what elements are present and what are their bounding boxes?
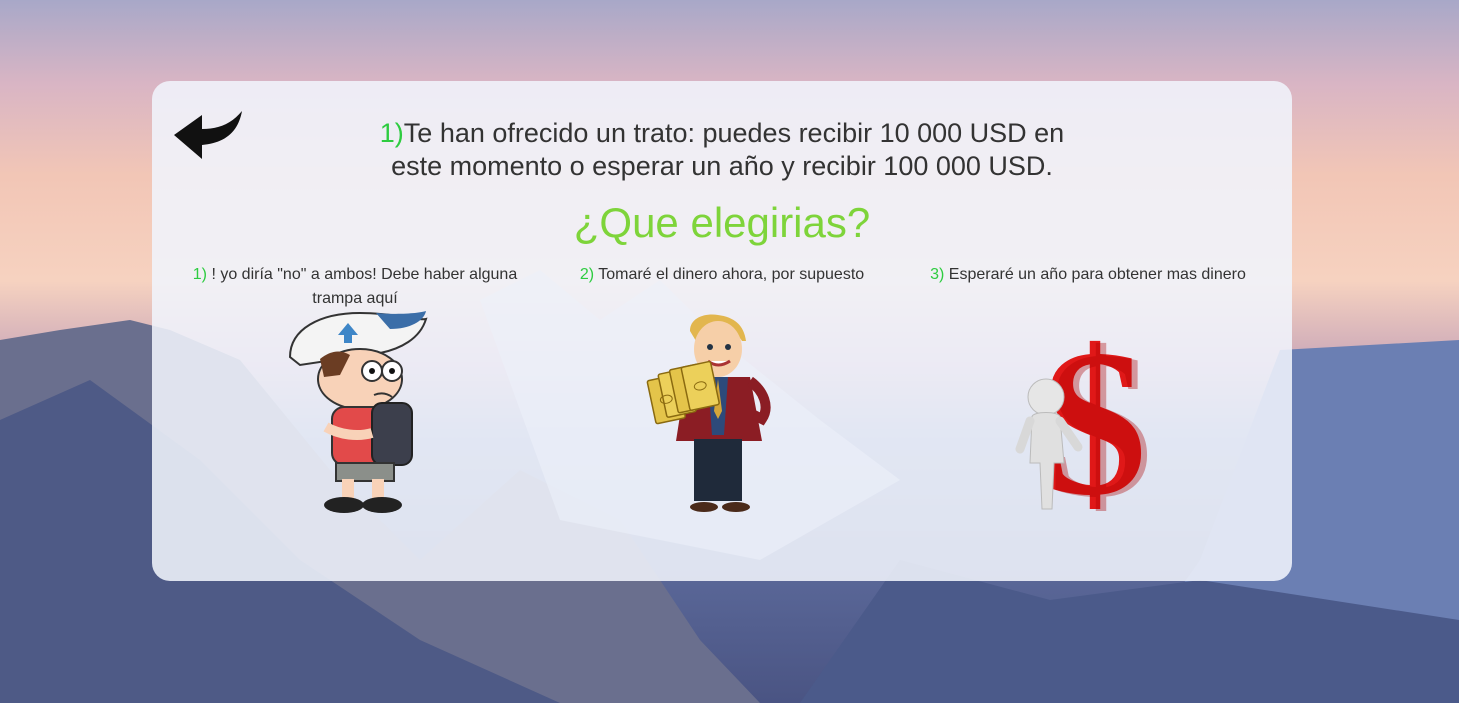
back-button[interactable] xyxy=(172,109,244,163)
dollar-sign-figure-icon[interactable]: $ $ xyxy=(1012,313,1154,515)
option-3[interactable]: 3) Esperaré un año para obtener mas dine… xyxy=(908,263,1268,287)
option-2-number: 2) xyxy=(579,266,595,283)
question-card: 1)Te han ofrecido un trato: puedes recib… xyxy=(152,81,1292,581)
option-3-number: 3) xyxy=(930,266,945,283)
svg-text:$: $ xyxy=(1048,313,1153,515)
question-text: 1)Te han ofrecido un trato: puedes recib… xyxy=(372,117,1072,183)
choice-heading: ¿Que elegirias? xyxy=(573,199,871,246)
option-1-label: ! yo diría "no" a ambos! Debe haber algu… xyxy=(207,266,518,307)
question-number: 1) xyxy=(379,118,404,148)
option-3-label: Esperaré un año para obtener mas dinero xyxy=(944,266,1246,283)
man-with-money-icon[interactable] xyxy=(646,311,782,513)
back-arrow-icon xyxy=(174,111,242,159)
question-line-2: este momento o esperar un año y recibir … xyxy=(391,151,1053,181)
option-2-label: Tomaré el dinero ahora, por supuesto xyxy=(594,266,865,283)
confused-boy-icon[interactable] xyxy=(280,309,430,519)
option-1-number: 1) xyxy=(192,266,207,283)
option-2[interactable]: 2) Tomaré el dinero ahora, por supuesto xyxy=(542,263,902,287)
question-line-1: Te han ofrecido un trato: puedes recibir… xyxy=(403,118,1065,148)
option-1[interactable]: 1) ! yo diría "no" a ambos! Debe haber a… xyxy=(175,263,535,311)
